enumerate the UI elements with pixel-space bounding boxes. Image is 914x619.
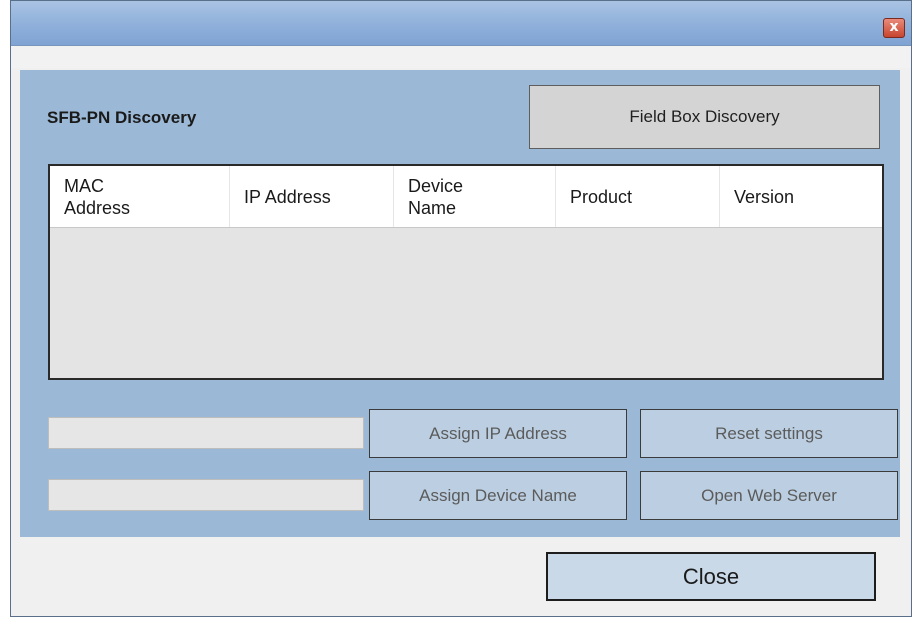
panel-title: SFB-PN Discovery (47, 108, 197, 127)
column-header-ip-address[interactable]: IP Address (230, 166, 394, 227)
table-header: MAC Address IP Address Device Name Produ… (50, 166, 882, 228)
column-header-mac-address[interactable]: MAC Address (50, 166, 230, 227)
device-name-input[interactable] (48, 479, 364, 511)
column-header-device-name[interactable]: Device Name (394, 166, 556, 227)
assign-device-name-button[interactable]: Assign Device Name (369, 471, 627, 520)
field-box-discovery-button[interactable]: Field Box Discovery (529, 85, 880, 149)
window-close-icon[interactable]: x (883, 18, 905, 38)
assign-ip-address-button[interactable]: Assign IP Address (369, 409, 627, 458)
reset-settings-button[interactable]: Reset settings (640, 409, 898, 458)
title-bar[interactable]: x (11, 1, 911, 46)
discovery-panel: SFB-PN Discovery Field Box Discovery MAC… (20, 70, 900, 537)
discovery-window: x SFB-PN Discovery Field Box Discovery M… (10, 0, 912, 617)
close-button[interactable]: Close (546, 552, 876, 601)
device-table[interactable]: MAC Address IP Address Device Name Produ… (48, 164, 884, 380)
column-header-version[interactable]: Version (720, 166, 882, 227)
menu-strip (11, 46, 911, 68)
open-web-server-button[interactable]: Open Web Server (640, 471, 898, 520)
ip-address-input[interactable] (48, 417, 364, 449)
table-body (50, 228, 882, 378)
column-header-product[interactable]: Product (556, 166, 720, 227)
